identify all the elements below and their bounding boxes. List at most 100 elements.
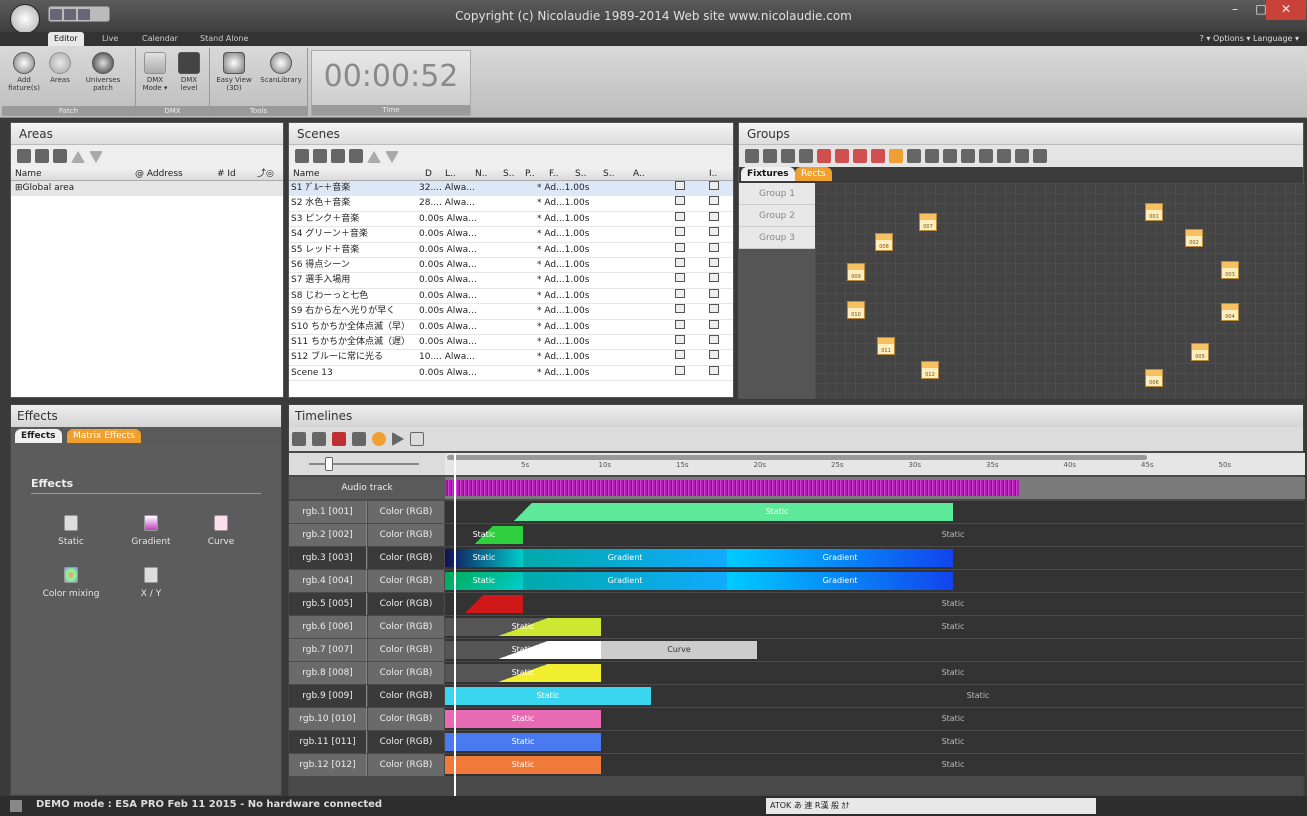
down-arrow-icon[interactable] [89,151,103,163]
scene-info-button[interactable] [709,319,719,329]
edit-scene-icon[interactable] [349,149,363,163]
scene-row[interactable]: S12 ブルーに常に光る 10.... Alwa... * Ad...1.00s [289,350,733,366]
lane-name[interactable]: rgb.7 [007] [289,639,367,661]
copy-area-icon[interactable] [35,149,49,163]
scene-info-button[interactable] [709,288,719,298]
col-name[interactable]: Name [293,167,320,181]
scene-row[interactable]: Scene 13 0.00s Alwa... * Ad...1.00s [289,365,733,382]
lock-icon[interactable] [907,149,921,163]
lane-track[interactable]: Static Gradient Gradient [445,570,1305,592]
col-i[interactable]: I.. [709,167,717,181]
lane-track[interactable]: Static [445,593,1305,615]
effect-block[interactable]: Gradient [523,572,727,590]
lane-name[interactable]: rgb.10 [010] [289,708,367,730]
lane-track[interactable]: Static Static [445,524,1305,546]
tab-calendar[interactable]: Calendar [136,32,184,46]
lane-name[interactable]: rgb.5 [005] [289,593,367,615]
scene-row[interactable]: S8 じわーっと七色 0.00s Alwa... * Ad...1.00s [289,288,733,305]
col-address[interactable]: @ Address [135,167,183,181]
effect-block[interactable] [445,503,601,521]
scene-audio-button[interactable] [675,242,685,252]
scene-row[interactable]: S5 レッド＋音楽 0.00s Alwa... * Ad...1.00s [289,242,733,258]
scene-audio-button[interactable] [675,227,685,237]
tab-effects[interactable]: Effects [15,429,62,443]
easy-view-button[interactable]: Easy View (3D) [214,52,254,92]
scene-info-button[interactable] [709,273,719,283]
scene-info-button[interactable] [709,334,719,344]
effect-block[interactable]: Static [445,641,601,659]
effect-block[interactable]: Gradient [523,549,727,567]
copy-scene-icon[interactable] [313,149,327,163]
effect-block[interactable]: Static [445,572,523,590]
scene-audio-button[interactable] [675,350,685,360]
rotate-left-icon[interactable] [1015,149,1029,163]
effect-block[interactable]: Static [601,618,1305,636]
scene-info-button[interactable] [709,365,719,375]
scan-library-button[interactable]: ScanLibrary [258,52,304,84]
lane-type[interactable]: Color (RGB) [368,547,444,569]
scene-row[interactable]: S9 右から左へ光りが早く 0.00s Alwa... * Ad...1.00s [289,304,733,320]
group-item[interactable]: Group 1 [739,183,815,205]
lane-type[interactable]: Color (RGB) [368,593,444,615]
grid-icon[interactable] [799,149,813,163]
scene-info-button[interactable] [709,242,719,252]
effect-curve[interactable]: Curve [191,515,251,547]
effect-block[interactable]: Gradient [727,549,953,567]
add-fixture-button[interactable]: Add fixture(s) [6,52,42,92]
tab-rects[interactable]: Rects [795,167,832,181]
col-s2[interactable]: S.. [575,167,586,181]
fixture-012[interactable]: 012 [921,361,939,379]
tab-editor[interactable]: Editor [48,32,84,46]
lane-name[interactable]: rgb.9 [009] [289,685,367,707]
scene-row[interactable]: S6 得点シーン 0.00s Alwa... * Ad...1.00s [289,257,733,274]
scene-info-button[interactable] [709,227,719,237]
effect-block[interactable]: Static [445,710,601,728]
fixture-011[interactable]: 011 [877,337,895,355]
paste-scene-icon[interactable] [331,149,345,163]
zoom-slider[interactable] [289,453,445,475]
lane-name[interactable]: rgb.6 [006] [289,616,367,638]
scene-info-button[interactable] [709,196,719,206]
col-s3[interactable]: S.. [603,167,614,181]
curve-icon[interactable]: ⤴◎ [257,167,274,181]
effect-block[interactable]: Static [445,618,601,636]
scroll-bar[interactable] [447,455,1147,460]
zoom-icon[interactable] [889,149,903,163]
lane-name[interactable]: rgb.3 [003] [289,547,367,569]
effect-block[interactable]: Static [601,526,1305,544]
lane-name[interactable]: rgb.4 [004] [289,570,367,592]
fixture-002[interactable]: 002 [1185,229,1203,247]
dmx-level-button[interactable]: DMX level [174,52,204,92]
up-arrow-icon[interactable] [71,151,85,163]
lane-type[interactable]: Color (RGB) [368,570,444,592]
lane-type[interactable]: Color (RGB) [368,685,444,707]
scene-row[interactable]: S2 水色＋音楽 28.... Alwa... * Ad...1.00s [289,196,733,212]
effect-block[interactable] [445,595,523,613]
add-area-icon[interactable] [17,149,31,163]
universes-patch-button[interactable]: Universes patch [80,52,126,92]
scene-info-button[interactable] [709,211,719,221]
lane-type[interactable]: Color (RGB) [368,754,444,776]
matrix-icon[interactable] [997,149,1011,163]
lane-type[interactable]: Color (RGB) [368,639,444,661]
col-fade[interactable]: F.. [549,167,558,181]
scene-row[interactable]: S10 ちかちか全体点滅（早） 0.00s Alwa... * Ad...1.00s [289,319,733,335]
lane-track[interactable]: Static Static [445,754,1305,776]
lane-track[interactable]: Static Static [445,708,1305,730]
fixture-005[interactable]: 005 [1191,343,1209,361]
table-icon[interactable] [925,149,939,163]
scene-audio-button[interactable] [675,196,685,206]
lane-type[interactable]: Color (RGB) [368,731,444,753]
timeline-target-icon[interactable] [372,432,386,446]
scene-audio-button[interactable] [675,334,685,344]
scene-row[interactable]: S11 ちかちか全体点滅（遅） 0.00s Alwa... * Ad...1.00s [289,334,733,351]
slider-thumb[interactable] [325,457,333,471]
effect-block[interactable]: Static [445,549,523,567]
play-icon[interactable] [392,432,404,446]
scene-row[interactable]: S3 ピンク＋音楽 0.00s Alwa... * Ad...1.00s [289,211,733,228]
fixture-009[interactable]: 009 [847,263,865,281]
fixture-001[interactable]: 001 [1145,203,1163,221]
scene-audio-button[interactable] [675,211,685,221]
tab-live[interactable]: Live [96,32,124,46]
tab-fixtures[interactable]: Fixtures [741,167,795,181]
